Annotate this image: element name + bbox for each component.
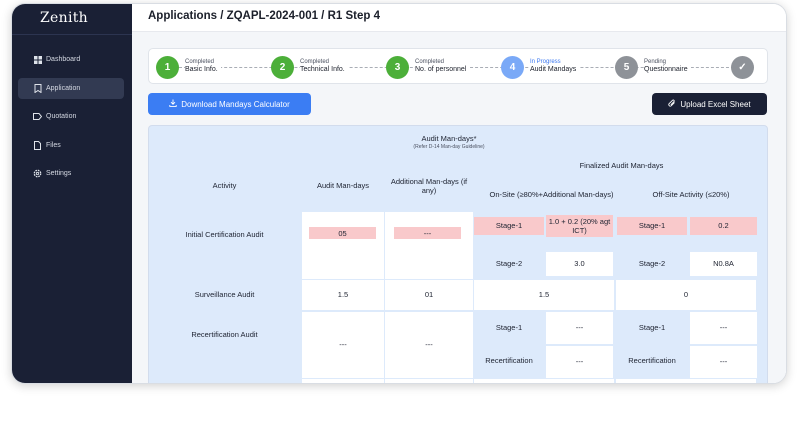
cell-bg	[385, 212, 473, 279]
file-icon	[33, 140, 42, 150]
sidebar-item-quotation[interactable]: Quotation	[18, 106, 124, 127]
sidebar: Zenith Dashboard Application Quotation F…	[12, 4, 132, 383]
step-label: Audit Mandays	[530, 66, 577, 74]
download-icon	[169, 99, 177, 109]
step-audit-mandays[interactable]: 4 In Progress Audit Mandays	[501, 55, 580, 79]
paperclip-icon	[668, 99, 676, 110]
check-icon: ✓	[731, 55, 754, 79]
onsite-recert-stage1-value[interactable]: ---	[546, 312, 613, 344]
step-complete[interactable]: ✓	[731, 55, 754, 79]
additional-mandays-recertification[interactable]: ---	[385, 312, 473, 378]
onsite-surveillance[interactable]: 1.5	[474, 280, 614, 310]
header-activity: Activity	[212, 181, 237, 191]
step-number: 3	[386, 55, 409, 79]
step-status: In Progress	[530, 59, 561, 66]
audit-mandays-table: Audit Man-days* (Refer D-14 Man-day Guid…	[148, 125, 768, 383]
audit-mandays-recertification[interactable]: ---	[302, 312, 384, 378]
step-label: Questionnaire	[644, 66, 688, 74]
step-number: 4	[501, 55, 524, 79]
cell-bg	[385, 379, 473, 383]
audit-mandays-initial-field[interactable]: 05	[309, 227, 376, 239]
main-area: Applications / ZQAPL-2024-001 / R1 Step …	[132, 4, 786, 383]
onsite-recert-label: Recertification	[485, 356, 533, 366]
step-questionnaire[interactable]: 5 Pending Questionnaire	[615, 55, 691, 79]
header-additional-mandays: Additional Man-days (if any)	[390, 176, 468, 195]
step-status: Completed	[185, 59, 215, 66]
sidebar-item-label: Application	[46, 84, 81, 92]
bookmark-icon	[33, 83, 42, 93]
header-onsite: On-Site (≥80%+Additional Man-days)	[489, 190, 614, 200]
onsite-recert-stage1-label: Stage-1	[495, 323, 523, 333]
header-finalized: Finalized Audit Man-days	[579, 161, 664, 171]
additional-mandays-initial-field[interactable]: ---	[394, 227, 461, 239]
sidebar-item-dashboard[interactable]: Dashboard	[18, 49, 124, 70]
progress-stepper: 1 Completed Basic Info. 2 Completed Tech…	[148, 48, 768, 84]
sidebar-item-label: Quotation	[46, 113, 77, 120]
offsite-recert-value[interactable]: ---	[690, 346, 757, 378]
cell-bg	[302, 379, 384, 383]
brand-logo: Zenith	[40, 10, 88, 26]
sidebar-item-label: Settings	[46, 170, 72, 177]
upload-excel-sheet-button[interactable]: Upload Excel Sheet	[652, 93, 767, 115]
offsite-stage2-value[interactable]: N0.8A	[690, 252, 757, 276]
gear-icon	[33, 169, 42, 178]
step-number: 1	[156, 55, 179, 79]
offsite-recert-stage1-value[interactable]: ---	[690, 312, 757, 344]
offsite-recert-label: Recertification	[628, 356, 676, 366]
step-label: No. of personnel	[415, 66, 467, 74]
dashboard-icon	[33, 55, 42, 64]
step-basic-info[interactable]: 1 Completed Basic Info.	[156, 55, 221, 79]
cell-bg	[474, 379, 614, 383]
sidebar-nav: Dashboard Application Quotation Files Se…	[18, 49, 124, 192]
step-no-of-personnel[interactable]: 3 Completed No. of personnel	[386, 55, 470, 79]
topbar: Applications / ZQAPL-2024-001 / R1 Step …	[132, 4, 786, 32]
onsite-stage1-label: Stage-1	[474, 217, 544, 235]
upload-button-label: Upload Excel Sheet	[680, 99, 751, 109]
sidebar-item-label: Dashboard	[46, 56, 81, 63]
offsite-surveillance[interactable]: 0	[616, 280, 756, 310]
table-subtitle: (Refer D-14 Man-day Guideline)	[413, 144, 485, 150]
step-number: 2	[271, 55, 294, 79]
header-audit-mandays: Audit Man-days	[316, 181, 370, 191]
sidebar-item-application[interactable]: Application	[18, 77, 124, 99]
sidebar-divider	[12, 34, 132, 35]
row-activity-surveillance: Surveillance Audit	[194, 290, 255, 300]
header-offsite: Off-Site Activity (≤20%)	[652, 190, 730, 200]
step-number: 5	[615, 55, 638, 79]
onsite-stage2-label: Stage-2	[495, 259, 523, 269]
row-activity-initial: Initial Certification Audit	[185, 229, 264, 239]
step-status: Pending	[644, 59, 667, 66]
offsite-stage1-label: Stage-1	[617, 217, 687, 235]
download-button-label: Download Mandays Calculator	[181, 99, 290, 109]
content-area: 1 Completed Basic Info. 2 Completed Tech…	[132, 32, 786, 383]
page-title: Applications / ZQAPL-2024-001 / R1 Step …	[148, 10, 380, 22]
cell-bg	[302, 212, 384, 279]
onsite-recert-value[interactable]: ---	[546, 346, 613, 378]
app-window: Zenith Dashboard Application Quotation F…	[11, 3, 787, 384]
tag-icon	[33, 112, 42, 121]
step-status: Completed	[415, 59, 445, 66]
row-activity-recertification: Recertification Audit	[191, 330, 258, 340]
offsite-stage1-value[interactable]: 0.2	[690, 217, 757, 235]
sidebar-item-files[interactable]: Files	[18, 135, 124, 156]
additional-mandays-surveillance[interactable]: 01	[385, 280, 473, 310]
step-label: Basic Info.	[185, 66, 218, 74]
table-title: Audit Man-days*	[421, 134, 477, 143]
step-status: Completed	[300, 59, 330, 66]
onsite-stage2-value[interactable]: 3.0	[546, 252, 613, 276]
step-technical-info[interactable]: 2 Completed Technical Info.	[271, 55, 348, 79]
download-mandays-calculator-button[interactable]: Download Mandays Calculator	[148, 93, 311, 115]
offsite-stage2-label: Stage-2	[638, 259, 666, 269]
onsite-stage1-value[interactable]: 1.0 + 0.2 (20% agt ICT)	[546, 215, 613, 237]
sidebar-item-settings[interactable]: Settings	[18, 163, 124, 184]
step-label: Technical Info.	[300, 66, 345, 74]
cell-bg	[616, 379, 756, 383]
sidebar-item-label: Files	[46, 141, 61, 149]
audit-mandays-surveillance[interactable]: 1.5	[302, 280, 384, 310]
offsite-recert-stage1-label: Stage-1	[638, 323, 666, 333]
